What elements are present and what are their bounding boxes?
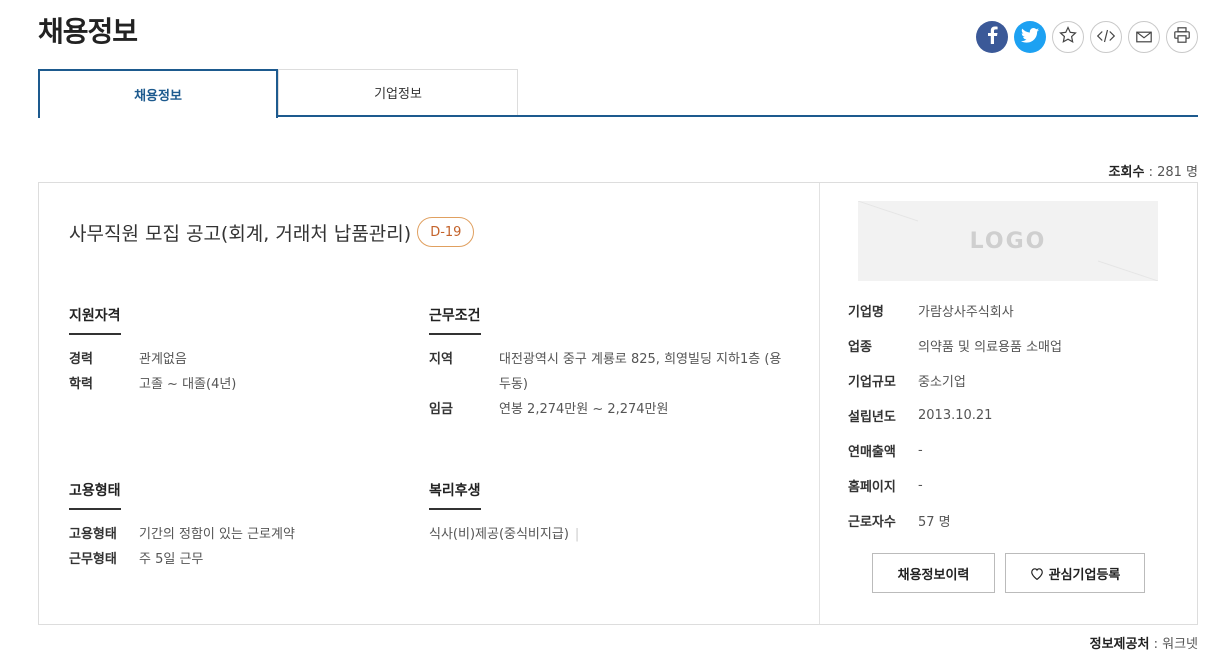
heart-icon bbox=[1030, 567, 1044, 580]
interest-company-label: 관심기업등록 bbox=[1048, 567, 1121, 583]
job-title-row: 사무직원 모집 공고(회계, 거래처 납품관리) D-19 bbox=[69, 217, 475, 247]
welfare-heading: 복리후생 bbox=[429, 480, 481, 510]
employment-value: 주 5일 근무 bbox=[139, 552, 204, 567]
company-value: - bbox=[918, 478, 923, 493]
company-row: 홈페이지 - bbox=[848, 468, 1062, 503]
qualifications-heading: 지원자격 bbox=[69, 305, 121, 335]
job-title: 사무직원 모집 공고(회계, 거래처 납품관리) bbox=[69, 222, 412, 245]
print-button[interactable] bbox=[1166, 21, 1198, 53]
qualification-key: 경력 bbox=[69, 352, 93, 367]
company-row: 기업규모 중소기업 bbox=[848, 363, 1062, 398]
facebook-share-button[interactable] bbox=[976, 21, 1008, 53]
page-title: 채용정보 bbox=[38, 15, 138, 48]
company-value: 중소기업 bbox=[918, 375, 966, 390]
company-value: 의약품 및 의료용품 소매업 bbox=[918, 340, 1062, 355]
company-value: 가람상사주식회사 bbox=[918, 305, 1014, 320]
company-row: 설립년도 2013.10.21 bbox=[848, 398, 1062, 433]
condition-row: 임금 연봉 2,274만원 ~ 2,274만원 bbox=[429, 397, 789, 422]
company-panel: LOGO 기업명 가람상사주식회사 업종 의약품 및 의료용품 소매업 기업규모 중소… bbox=[820, 183, 1198, 624]
company-row: 근로자수 57 명 bbox=[848, 503, 1062, 538]
dday-badge: D-19 bbox=[417, 217, 475, 247]
tab-job-info[interactable]: 채용정보 bbox=[38, 69, 278, 118]
condition-value: 연봉 2,274만원 ~ 2,274만원 bbox=[499, 402, 669, 417]
mail-icon bbox=[1136, 28, 1152, 47]
embed-button[interactable] bbox=[1090, 21, 1122, 53]
company-buttons: 채용정보이력 관심기업등록 bbox=[872, 553, 1145, 593]
company-logo-placeholder: LOGO bbox=[858, 201, 1158, 281]
employment-heading: 고용형태 bbox=[69, 480, 121, 510]
company-key: 근로자수 bbox=[848, 515, 896, 530]
welfare-item-text: 식사(비)제공(중식비지급) bbox=[429, 527, 569, 542]
company-row: 연매출액 - bbox=[848, 433, 1062, 468]
info-source: 정보제공처 : 워크넷 bbox=[1090, 633, 1198, 652]
share-toolbar bbox=[976, 21, 1198, 53]
job-card: 사무직원 모집 공고(회계, 거래처 납품관리) D-19 지원자격 경력 관계… bbox=[38, 182, 1198, 625]
tab-bar: 채용정보 기업정보 bbox=[38, 69, 1198, 118]
twitter-icon bbox=[1021, 27, 1039, 47]
qualifications-section: 지원자격 경력 관계없음 학력 고졸 ~ 대졸(4년) bbox=[69, 305, 236, 397]
company-key: 기업명 bbox=[848, 305, 884, 320]
condition-key: 지역 bbox=[429, 352, 453, 367]
condition-key: 임금 bbox=[429, 402, 453, 417]
job-history-button[interactable]: 채용정보이력 bbox=[872, 553, 995, 593]
print-icon bbox=[1174, 27, 1190, 47]
qualification-value: 관계없음 bbox=[139, 352, 187, 367]
embed-code-icon bbox=[1096, 28, 1116, 47]
qualification-value: 고졸 ~ 대졸(4년) bbox=[139, 377, 237, 392]
employment-section: 고용형태 고용형태 기간의 정함이 있는 근로계약 근무형태 주 5일 근무 bbox=[69, 480, 295, 572]
company-value: - bbox=[918, 443, 923, 458]
company-key: 설립년도 bbox=[848, 410, 896, 425]
interest-company-button[interactable]: 관심기업등록 bbox=[1005, 553, 1145, 593]
employment-row: 근무형태 주 5일 근무 bbox=[69, 547, 295, 572]
twitter-share-button[interactable] bbox=[1014, 21, 1046, 53]
qualification-row: 학력 고졸 ~ 대졸(4년) bbox=[69, 372, 236, 397]
conditions-section: 근무조건 지역 대전광역시 중구 계룡로 825, 희영빌딩 지하1층 (용두동… bbox=[429, 305, 789, 422]
company-key: 업종 bbox=[848, 340, 872, 355]
condition-row: 지역 대전광역시 중구 계룡로 825, 희영빌딩 지하1층 (용두동) bbox=[429, 347, 789, 397]
bookmark-button[interactable] bbox=[1052, 21, 1084, 53]
info-source-label: 정보제공처 bbox=[1089, 637, 1150, 652]
welfare-separator: | bbox=[574, 527, 580, 542]
view-count: 조회수 : 281 명 bbox=[1109, 161, 1198, 180]
conditions-heading: 근무조건 bbox=[429, 305, 481, 335]
company-value: 2013.10.21 bbox=[918, 408, 993, 423]
facebook-icon bbox=[985, 26, 999, 48]
view-count-label: 조회수 bbox=[1108, 165, 1145, 180]
logo-text: LOGO bbox=[969, 228, 1047, 254]
welfare-section: 복리후생 식사(비)제공(중식비지급) | bbox=[429, 480, 579, 547]
tab-company-info[interactable]: 기업정보 bbox=[278, 69, 518, 115]
view-count-value: : 281 명 bbox=[1148, 165, 1198, 180]
company-row: 기업명 가람상사주식회사 bbox=[848, 293, 1062, 328]
qualification-key: 학력 bbox=[69, 377, 93, 392]
employment-value: 기간의 정함이 있는 근로계약 bbox=[139, 527, 295, 542]
star-icon bbox=[1059, 26, 1077, 48]
employment-key: 근무형태 bbox=[69, 552, 117, 567]
company-key: 홈페이지 bbox=[848, 480, 896, 495]
condition-value: 대전광역시 중구 계룡로 825, 희영빌딩 지하1층 (용두동) bbox=[499, 352, 782, 392]
welfare-item: 식사(비)제공(중식비지급) | bbox=[429, 522, 579, 547]
employment-row: 고용형태 기간의 정함이 있는 근로계약 bbox=[69, 522, 295, 547]
company-row: 업종 의약품 및 의료용품 소매업 bbox=[848, 328, 1062, 363]
mail-button[interactable] bbox=[1128, 21, 1160, 53]
company-value: 57 명 bbox=[918, 515, 951, 530]
info-source-value: : 워크넷 bbox=[1153, 637, 1198, 652]
employment-key: 고용형태 bbox=[69, 527, 117, 542]
company-info-list: 기업명 가람상사주식회사 업종 의약품 및 의료용품 소매업 기업규모 중소기업 설립… bbox=[848, 293, 1062, 538]
company-key: 연매출액 bbox=[848, 445, 896, 460]
qualification-row: 경력 관계없음 bbox=[69, 347, 236, 372]
company-key: 기업규모 bbox=[848, 375, 896, 390]
